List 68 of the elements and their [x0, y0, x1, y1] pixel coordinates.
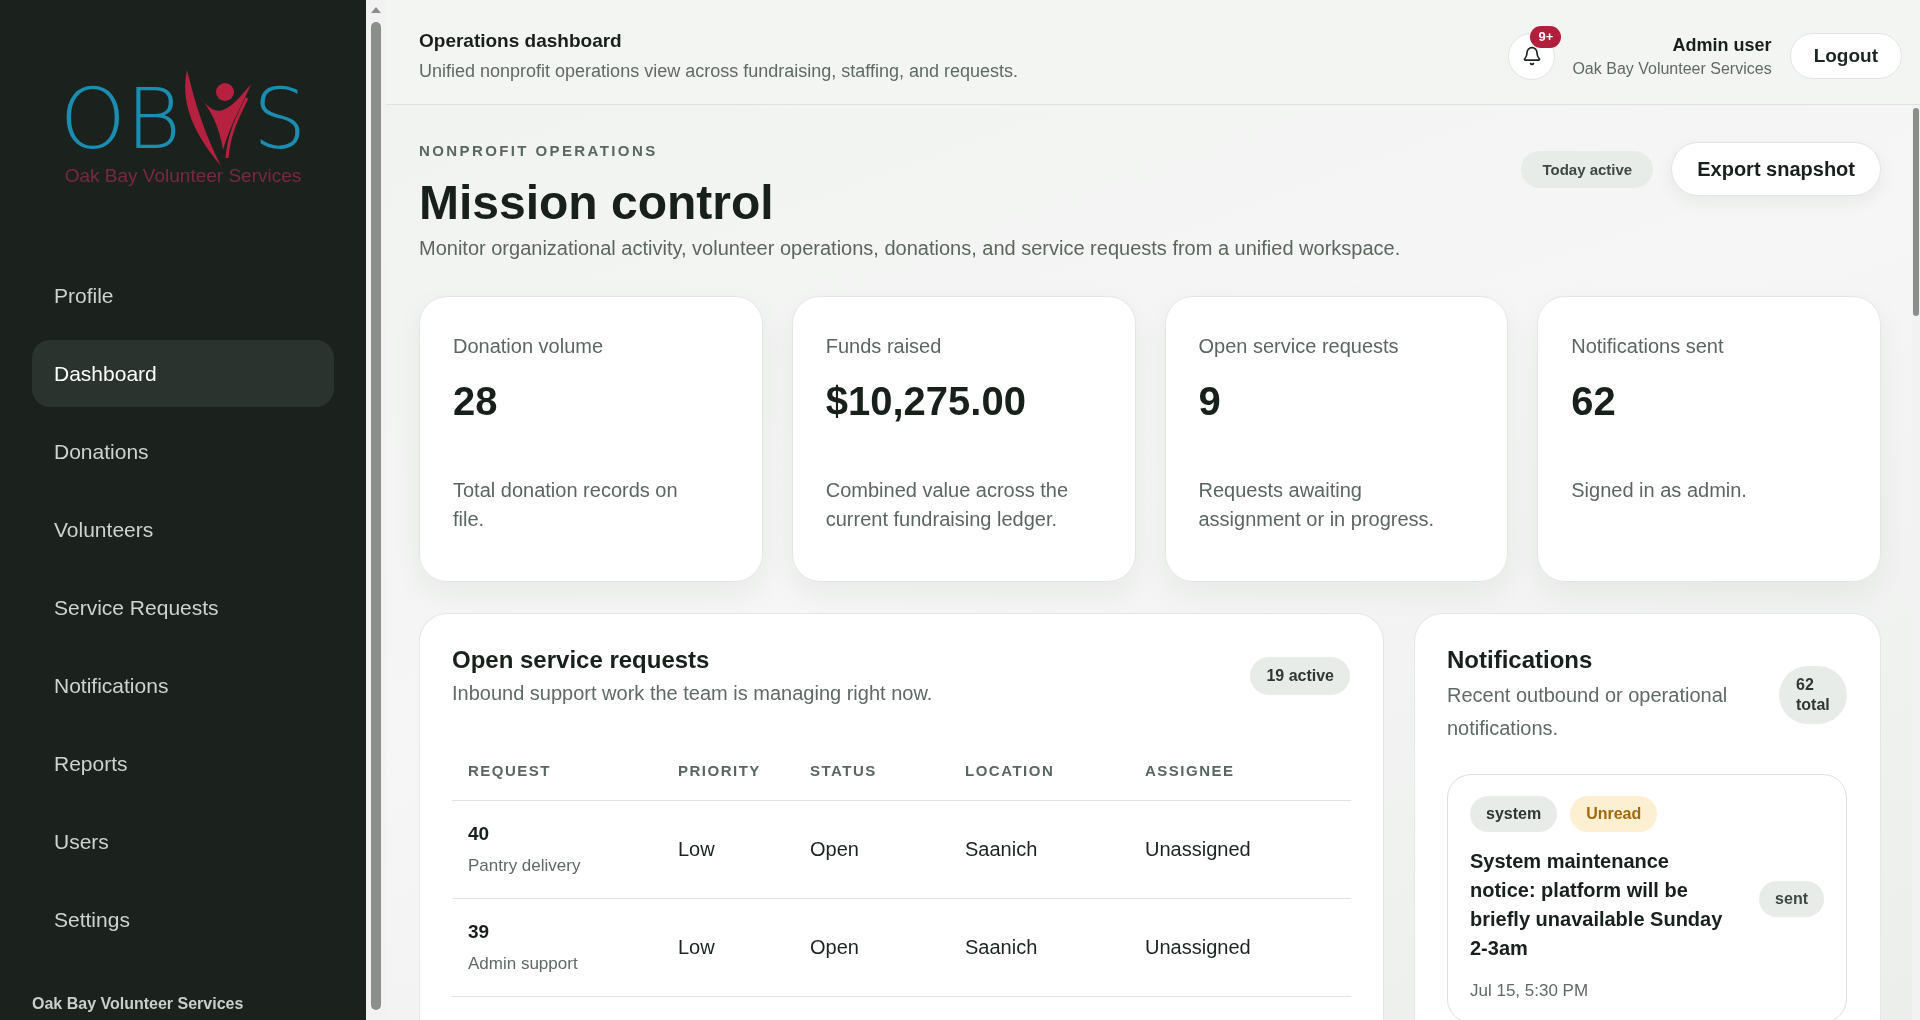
sidebar-footer-text: Oak Bay Volunteer Services: [32, 994, 245, 1014]
panel-subtitle: Inbound support work the team is managing right now.: [452, 681, 934, 706]
request-type: Pantry delivery: [468, 854, 582, 877]
table-cell: Open: [794, 898, 949, 996]
hero-title: Mission control: [419, 175, 775, 231]
count-badge: 62 total: [1779, 666, 1847, 724]
table-cell: Unassigned: [1129, 800, 1351, 898]
scrollbar-thumb[interactable]: [1913, 108, 1919, 316]
count-badge: 19 active: [1250, 657, 1350, 695]
stat-value: 9: [1198, 378, 1222, 425]
panel-title: Open service requests: [452, 645, 711, 675]
stat-value: 28: [453, 378, 499, 425]
user-name: Admin user: [1671, 33, 1772, 56]
stat-label: Donation volume: [453, 334, 605, 358]
status-pill: Today active: [1521, 150, 1654, 188]
panel-title: Notifications: [1447, 645, 1594, 675]
export-button[interactable]: Export snapshot: [1671, 142, 1881, 196]
table-cell: Saanich: [949, 898, 1129, 996]
notification-count-badge: 9+: [1530, 25, 1562, 48]
table-cell: Low: [662, 898, 794, 996]
page-title: Operations dashboard: [419, 29, 623, 53]
nav-item[interactable]: Reports: [32, 730, 334, 797]
table-cell: Low: [662, 800, 794, 898]
table-cell: Open: [794, 800, 949, 898]
stat-label: Open service requests: [1198, 334, 1400, 358]
stat-description: Requests awaiting assignment or in progress.: [1198, 478, 1436, 532]
nav-item[interactable]: Service Requests: [32, 574, 334, 641]
section-eyebrow: NONPROFIT OPERATIONS: [419, 142, 659, 160]
column-header: LOCATION: [949, 741, 1129, 800]
stat-value: $10,275.00: [825, 378, 1027, 425]
panel-subtitle: Recent outbound or operational notifications.: [1447, 683, 1729, 741]
bell-icon: [1521, 46, 1542, 66]
notification-time: Jul 15, 5:30 PM: [1470, 980, 1590, 1002]
table-cell: Unassigned: [1129, 898, 1351, 996]
column-header: PRIORITY: [662, 741, 794, 800]
request-type: Admin support: [468, 952, 579, 975]
nav-item[interactable]: Settings: [32, 886, 334, 953]
logout-button[interactable]: Logout: [1789, 33, 1902, 79]
unread-tag: Unread: [1570, 796, 1658, 832]
column-header: STATUS: [794, 741, 949, 800]
column-header: ASSIGNEE: [1129, 741, 1351, 800]
page-subtitle: Unified nonprofit operations view across fundraising, staffing, and requests.: [419, 60, 1019, 83]
stat-description: Signed in as admin.: [1571, 478, 1748, 503]
logo-tagline: Oak Bay Volunteer Services: [64, 165, 302, 187]
nav-item[interactable]: Users: [32, 808, 334, 875]
stat-value: 62: [1571, 378, 1617, 425]
hero-description: Monitor organizational activity, volunteer operations, donations, and service requests from a unified workspace.: [419, 236, 1401, 261]
notification-title: System maintenance notice: platform will be briefly unavailable Sunday 2-3am: [1470, 849, 1724, 961]
logo-text: OB: [59, 83, 181, 154]
category-tag: system: [1470, 796, 1558, 832]
stat-label: Notifications sent: [1571, 334, 1725, 358]
nav-item[interactable]: Donations: [32, 418, 334, 485]
stat-label: Funds raised: [825, 334, 943, 358]
nav-item[interactable]: Profile: [32, 262, 334, 329]
stat-description: Total donation records on file.: [453, 478, 679, 532]
delivery-status-pill: sent: [1759, 881, 1824, 917]
column-header: REQUEST: [452, 741, 662, 800]
nav-item[interactable]: Dashboard: [32, 340, 334, 407]
table-cell: Saanich: [949, 800, 1129, 898]
up-arrow-icon[interactable]: [371, 7, 381, 13]
stat-description: Combined value across the current fundraising ledger.: [825, 478, 1070, 532]
scrollbar-thumb[interactable]: [371, 22, 381, 1010]
nav-item[interactable]: Volunteers: [32, 496, 334, 563]
request-id: 39: [468, 919, 491, 944]
logo-text: S: [252, 83, 307, 154]
nav-item[interactable]: Notifications: [32, 652, 334, 719]
user-organization: Oak Bay Volunteer Services: [1572, 58, 1772, 79]
request-id: 40: [468, 821, 491, 846]
